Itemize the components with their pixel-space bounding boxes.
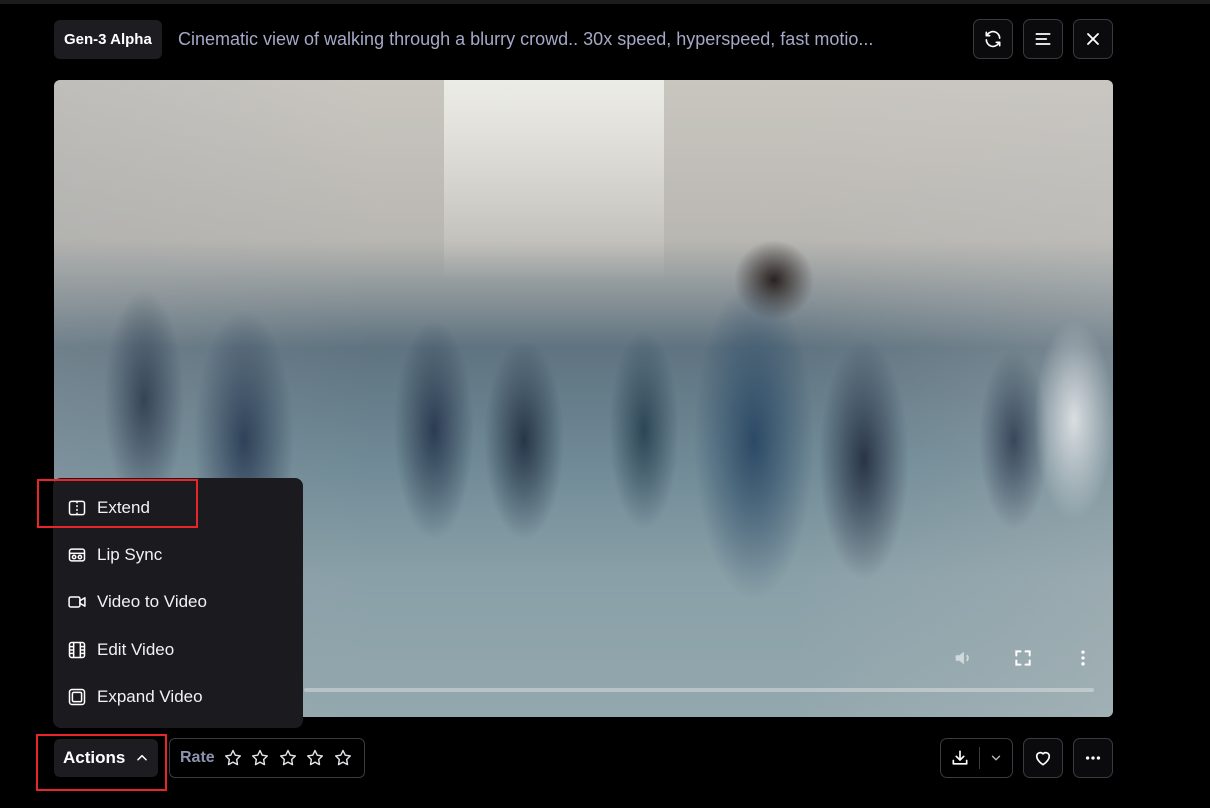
model-badge: Gen-3 Alpha xyxy=(54,20,162,59)
menu-item-label: Lip Sync xyxy=(97,545,163,564)
film-strip-icon xyxy=(68,641,86,659)
star-icon[interactable] xyxy=(305,748,325,768)
fullscreen-icon xyxy=(1015,650,1031,666)
actions-highlight-box xyxy=(36,734,167,791)
download-options-button[interactable] xyxy=(980,739,1012,777)
download-group xyxy=(940,738,1013,778)
expand-frame-icon xyxy=(68,688,86,706)
fullscreen-button[interactable] xyxy=(1011,646,1035,670)
menu-item-label: Expand Video xyxy=(97,687,203,706)
menu-item-edit-video[interactable]: Edit Video xyxy=(67,630,289,670)
menu-item-expand-video[interactable]: Expand Video xyxy=(67,677,289,717)
star-icon[interactable] xyxy=(223,748,243,768)
close-icon xyxy=(1087,33,1099,45)
heart-icon xyxy=(1035,751,1051,766)
chevron-down-icon xyxy=(992,755,1001,761)
download-icon xyxy=(952,750,968,765)
close-button[interactable] xyxy=(1073,19,1113,59)
text-lines-icon xyxy=(1035,33,1051,45)
menu-item-label: Video to Video xyxy=(97,592,207,611)
refresh-button[interactable] xyxy=(973,19,1013,59)
video-camera-icon xyxy=(68,596,86,608)
star-icon[interactable] xyxy=(333,748,353,768)
star-icon[interactable] xyxy=(250,748,270,768)
volume-icon xyxy=(955,651,969,665)
rate-label: Rate xyxy=(180,749,215,766)
lip-sync-icon xyxy=(68,548,86,562)
rating-control: Rate xyxy=(169,738,365,778)
top-divider xyxy=(0,0,1210,4)
video-more-button[interactable] xyxy=(1071,646,1095,670)
extend-highlight-box xyxy=(37,479,198,528)
details-button[interactable] xyxy=(1023,19,1063,59)
video-progress-bar[interactable] xyxy=(304,688,1094,692)
more-vertical-icon xyxy=(1081,650,1085,666)
menu-item-label: Edit Video xyxy=(97,640,175,659)
refresh-icon xyxy=(985,30,1001,48)
more-horizontal-icon xyxy=(1085,756,1101,760)
star-icon[interactable] xyxy=(278,748,298,768)
menu-item-lip-sync[interactable]: Lip Sync xyxy=(67,535,289,575)
download-button[interactable] xyxy=(941,739,979,777)
menu-item-video-to-video[interactable]: Video to Video xyxy=(67,582,289,622)
prompt-text: Cinematic view of walking through a blur… xyxy=(178,29,874,49)
volume-button[interactable] xyxy=(951,646,975,670)
favorite-button[interactable] xyxy=(1023,738,1063,778)
more-options-button[interactable] xyxy=(1073,738,1113,778)
